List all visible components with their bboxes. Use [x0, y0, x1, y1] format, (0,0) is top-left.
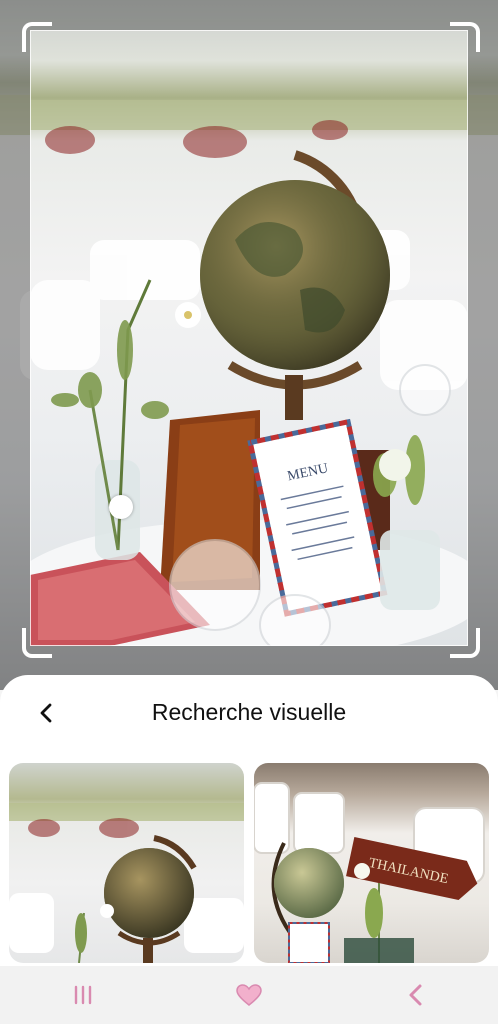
- recent-apps-icon: [74, 985, 92, 1005]
- thailand-globe-centerpiece-thumbnail: THAILANDE: [254, 782, 485, 963]
- crop-handle-bottom-left[interactable]: [22, 628, 52, 658]
- system-back-button[interactable]: [385, 975, 445, 1015]
- recent-apps-button[interactable]: [53, 975, 113, 1015]
- globe-centerpiece-thumbnail: [9, 803, 244, 963]
- crop-handle-top-right[interactable]: [450, 22, 480, 52]
- result-image-1[interactable]: [9, 763, 244, 963]
- home-button[interactable]: [219, 975, 279, 1015]
- crop-handle-top-left[interactable]: [22, 22, 52, 52]
- home-heart-icon: [236, 984, 262, 1006]
- source-photo: MENU: [0, 0, 498, 690]
- visual-search-dot[interactable]: [109, 495, 133, 519]
- visual-search-sheet: Recherche visuelle THAILANDE: [0, 675, 498, 975]
- crop-frame: [30, 30, 468, 646]
- system-navigation-bar: [0, 966, 498, 1024]
- crop-handle-bottom-right[interactable]: [450, 628, 480, 658]
- result-image-2[interactable]: THAILANDE: [254, 763, 489, 963]
- back-arrow-icon: [409, 984, 422, 1006]
- sheet-title: Recherche visuelle: [151, 699, 347, 725]
